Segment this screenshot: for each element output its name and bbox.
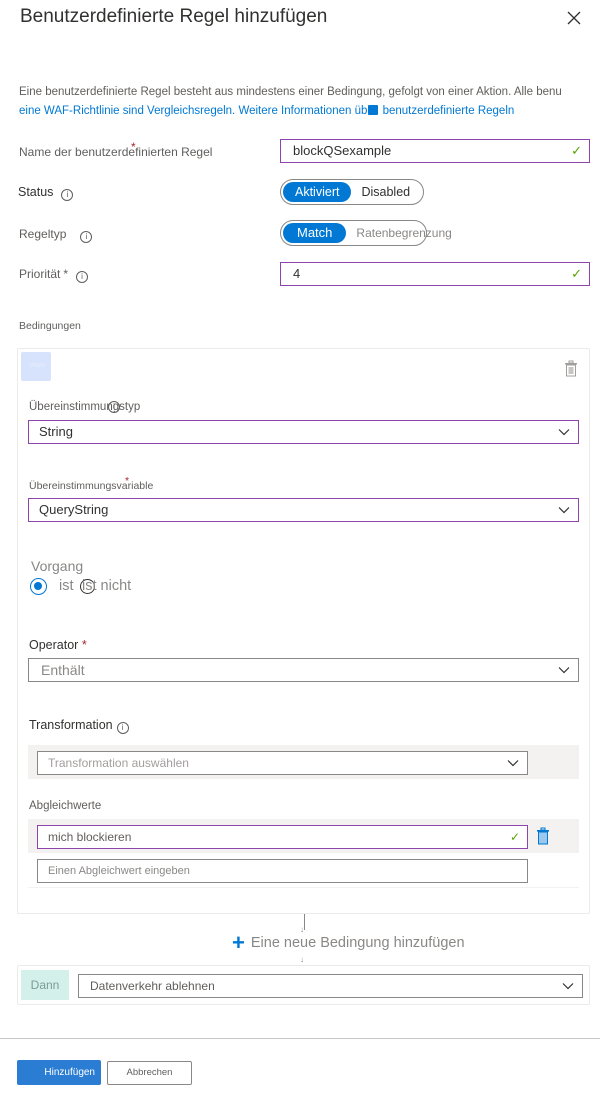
operation-option-is-not[interactable]: ist nicht [82, 578, 131, 594]
learn-more-link[interactable]: benutzerdefinierte Regeln [383, 105, 515, 117]
match-value-input[interactable]: mich blockieren ✓ [37, 825, 528, 849]
rule-name-label: Name der benutzerdefinierten Regel * [19, 140, 213, 159]
delete-condition-button[interactable] [564, 360, 578, 377]
panel-title: Benutzerdefinierte Regel hinzufügen [20, 6, 328, 27]
close-button[interactable] [564, 6, 584, 30]
connector-line [304, 914, 305, 930]
checkmark-icon: ✓ [571, 143, 582, 158]
then-chip: Dann [21, 970, 69, 1000]
if-chip-label: Wenn [30, 363, 46, 369]
chevron-down-icon [558, 429, 570, 436]
match-variable-select[interactable]: QueryString [28, 498, 579, 522]
required-mark: * [81, 638, 87, 652]
rule-type-option-match[interactable]: Match [283, 223, 347, 243]
plus-icon: + [232, 930, 245, 955]
description-line-2-text: eine WAF-Richtlinie sind Vergleichsregel… [19, 105, 368, 117]
match-type-label: Übereinstimmungstyp i [29, 401, 140, 413]
arrow-down-icon: ↓ [300, 955, 304, 964]
info-icon[interactable]: i [80, 231, 93, 243]
required-mark: * [125, 475, 130, 487]
close-icon [567, 11, 581, 25]
add-condition-label: Eine neue Bedingung hinzufügen [250, 935, 465, 951]
chevron-down-icon [558, 507, 570, 514]
priority-value: 4 [293, 266, 301, 281]
match-type-select[interactable]: String [28, 420, 579, 444]
priority-label: Priorität * i [19, 267, 89, 283]
info-icon[interactable]: i [108, 401, 120, 413]
operator-label-text: Operator [29, 638, 79, 652]
description-line-2: eine WAF-Richtlinie sind Vergleichsregel… [19, 102, 562, 121]
action-value: Datenverkehr ablehnen [90, 979, 215, 993]
required-mark: * [63, 267, 69, 281]
operator-label: Operator * [29, 638, 87, 652]
transformation-label-text: Transformation [29, 718, 113, 732]
match-value-text: mich blockieren [48, 830, 132, 844]
transformation-placeholder: Transformation auswählen [48, 756, 189, 770]
footer-divider [0, 1038, 600, 1039]
match-variable-label: Übereinstimmungsvariable * [29, 475, 154, 492]
operation-radio-is[interactable] [30, 578, 47, 595]
operation-option-is[interactable]: ist [59, 578, 74, 594]
new-match-value-input[interactable]: Einen Abgleichwert eingeben [37, 859, 528, 883]
rule-type-toggle[interactable]: Match Ratenbegrenzung [280, 220, 452, 246]
description: Eine benutzerdefinierte Regel besteht au… [19, 83, 562, 121]
status-option-aktiviert[interactable]: Aktiviert [283, 182, 352, 202]
radio-selected-dot [34, 582, 42, 590]
rule-name-label-text: Name der benutzerdefinierten Regel [19, 145, 213, 159]
operation-label: Vorgang [31, 558, 84, 574]
add-condition-button[interactable]: + Eine neue Bedingung hinzufügen [232, 930, 465, 956]
info-icon[interactable]: i [61, 189, 74, 201]
operator-select[interactable]: Enthält [28, 658, 579, 682]
match-values-label: Abgleichwerte [29, 800, 102, 812]
cancel-button[interactable]: Abbrechen [107, 1061, 192, 1085]
match-type-label-text: Übereinstimmungstyp [29, 401, 141, 413]
chevron-down-icon [507, 760, 519, 767]
rule-type-label-text: Regeltyp [19, 227, 67, 241]
status-label: Status i [18, 185, 74, 201]
priority-label-text: Priorität [19, 267, 61, 281]
priority-input[interactable]: 4 ✓ [280, 262, 590, 286]
add-button[interactable]: Hinzufügen [17, 1060, 101, 1085]
divider [28, 887, 579, 888]
status-option-disabled[interactable]: Disabled [351, 185, 420, 199]
transformation-select[interactable]: Transformation auswählen [37, 751, 528, 775]
rule-type-option-rate-limit[interactable]: Ratenbegrenzung [346, 226, 461, 240]
if-chip: Wenn [21, 352, 51, 381]
external-link-icon [368, 105, 379, 115]
checkmark-icon: ✓ [571, 266, 582, 281]
match-type-value: String [39, 424, 73, 439]
info-icon[interactable]: i [116, 722, 129, 734]
rule-name-input[interactable]: blockQSexample ✓ [280, 139, 590, 163]
match-variable-label-text: Übereinstimmungsvariable [29, 480, 154, 492]
conditions-label: Bedingungen [19, 320, 81, 332]
transformation-label: Transformation i [29, 718, 129, 734]
trash-icon [537, 827, 549, 845]
match-variable-value: QueryString [39, 502, 109, 517]
status-label-text: Status [18, 185, 54, 199]
chevron-down-icon [558, 667, 570, 674]
required-mark: * [131, 140, 136, 154]
action-select[interactable]: Datenverkehr ablehnen [78, 974, 583, 998]
rule-type-label: Regeltyp i [19, 227, 93, 243]
chevron-down-icon [562, 983, 574, 990]
delete-match-value-button[interactable] [536, 827, 550, 845]
info-icon[interactable]: i [76, 271, 89, 283]
description-line-1: Eine benutzerdefinierte Regel besteht au… [19, 86, 562, 98]
trash-icon [565, 360, 577, 377]
checkmark-icon: ✓ [509, 830, 520, 844]
new-match-value-placeholder: Einen Abgleichwert eingeben [48, 865, 190, 877]
rule-name-value: blockQSexample [293, 143, 392, 158]
status-toggle[interactable]: Aktiviert Disabled [280, 179, 424, 205]
operator-value: Enthält [41, 662, 85, 678]
